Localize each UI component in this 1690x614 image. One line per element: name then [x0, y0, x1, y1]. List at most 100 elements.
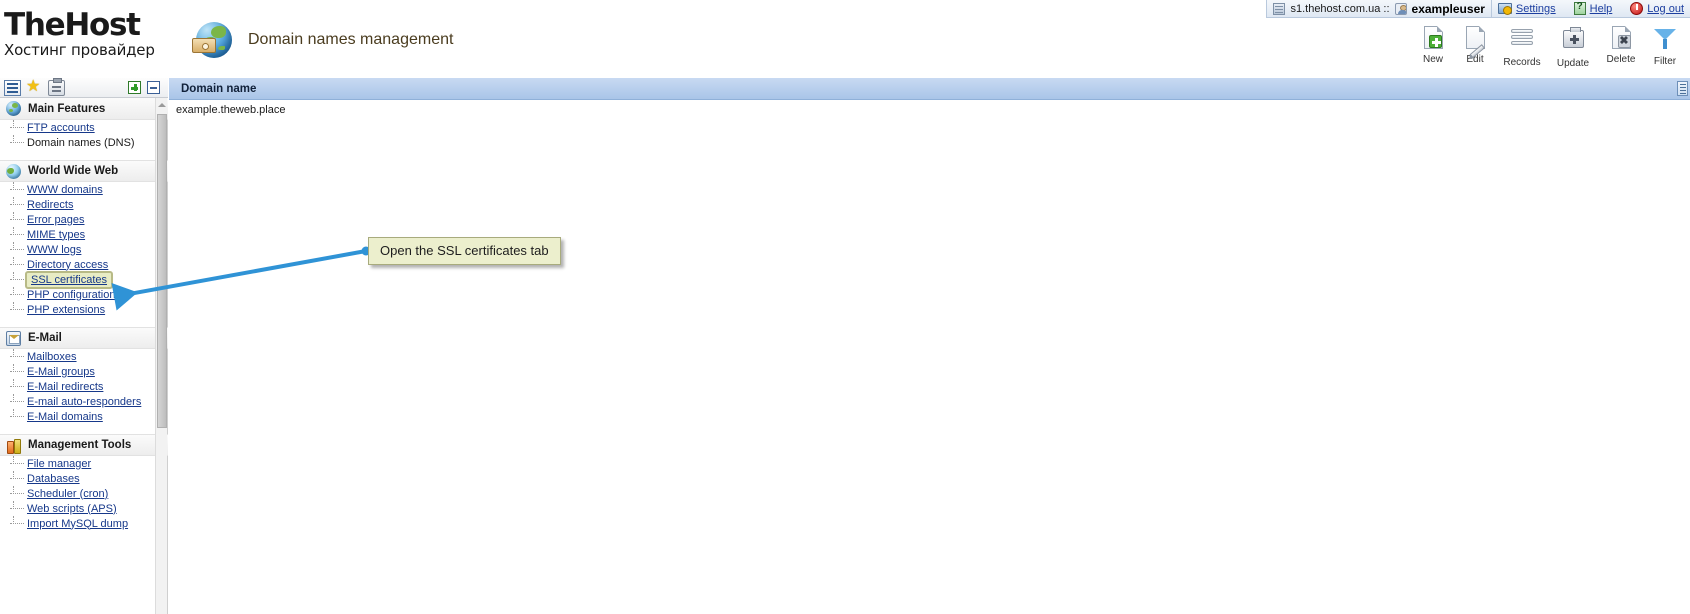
settings-link[interactable]: Settings: [1516, 3, 1556, 15]
tree-connector: [10, 486, 24, 494]
filter-button-label: Filter: [1653, 56, 1677, 67]
column-options-icon[interactable]: [1677, 81, 1688, 96]
sidebar-item-label[interactable]: WWW domains: [27, 184, 103, 196]
sidebar-item-label[interactable]: PHP configuration: [27, 289, 115, 301]
favorites-star-icon[interactable]: [26, 76, 43, 96]
list-view-icon[interactable]: [4, 79, 21, 96]
clipboard-icon[interactable]: [48, 77, 65, 96]
sidebar-item-email-auto-responders[interactable]: E-mail auto-responders: [0, 394, 168, 409]
management-tools-icon: [6, 438, 21, 454]
sidebar-item-php-extensions[interactable]: PHP extensions: [0, 302, 168, 317]
sidebar-scrollbar[interactable]: [155, 98, 167, 614]
tree-connector: [10, 242, 24, 250]
collapse-all-icon[interactable]: [147, 81, 160, 94]
sidebar-item-email-groups[interactable]: E-Mail groups: [0, 364, 168, 379]
settings-icon[interactable]: [1497, 2, 1512, 15]
sidebar-item-web-scripts-aps[interactable]: Web scripts (APS): [0, 501, 168, 516]
sidebar-item-label[interactable]: E-Mail redirects: [27, 381, 103, 393]
tree-connector: [10, 182, 24, 190]
sidebar-item-mime-types[interactable]: MIME types: [0, 227, 168, 242]
sidebar: Main Features FTP accounts Domain names …: [0, 76, 168, 614]
sidebar-item-label[interactable]: Web scripts (APS): [27, 503, 117, 515]
sidebar-item-scheduler-cron[interactable]: Scheduler (cron): [0, 486, 168, 501]
sidebar-item-redirects[interactable]: Redirects: [0, 197, 168, 212]
sidebar-section-email[interactable]: E-Mail: [0, 327, 168, 349]
sidebar-item-label[interactable]: File manager: [27, 458, 91, 470]
top-user-bar: s1.thehost.com.ua :: exampleuser Setting…: [0, 0, 1690, 18]
sidebar-item-email-redirects[interactable]: E-Mail redirects: [0, 379, 168, 394]
records-button[interactable]: Records: [1500, 26, 1544, 68]
sidebar-item-php-configuration[interactable]: PHP configuration: [0, 287, 168, 302]
scrollbar-thumb[interactable]: [157, 114, 167, 428]
sidebar-item-label[interactable]: Error pages: [27, 214, 84, 226]
edit-pencil-icon: [1458, 26, 1492, 59]
tree-connector: [10, 471, 24, 479]
delete-page-icon: ✖: [1602, 26, 1640, 52]
new-button-label: New: [1422, 54, 1443, 65]
sidebar-item-databases[interactable]: Databases: [0, 471, 168, 486]
page-title: Domain names management: [248, 31, 454, 48]
filter-button[interactable]: Filter: [1648, 26, 1682, 67]
sidebar-item-label[interactable]: MIME types: [27, 229, 85, 241]
sidebar-item-label[interactable]: WWW logs: [27, 244, 81, 256]
column-header-domain-name[interactable]: Domain name: [169, 83, 256, 95]
sidebar-item-email-domains[interactable]: E-Mail domains: [0, 409, 168, 424]
records-stack-icon: [1500, 29, 1544, 55]
sidebar-item-label[interactable]: Databases: [27, 473, 80, 485]
sidebar-item-label[interactable]: E-mail auto-responders: [27, 396, 141, 408]
sidebar-item-label[interactable]: Redirects: [27, 199, 73, 211]
username-label: exampleuser: [1411, 1, 1485, 16]
records-button-label: Records: [1503, 57, 1541, 68]
tree-connector: [10, 120, 24, 128]
brand-logo[interactable]: TheHost Хостинг провайдер: [4, 8, 179, 58]
brand-name: TheHost: [4, 7, 141, 43]
sidebar-item-file-manager[interactable]: File manager: [0, 456, 168, 471]
sidebar-item-www-logs[interactable]: WWW logs: [0, 242, 168, 257]
delete-button[interactable]: ✖ Delete: [1602, 26, 1640, 65]
sidebar-item-domain-names-dns[interactable]: Domain names (DNS): [0, 135, 168, 150]
help-icon[interactable]: [1573, 1, 1586, 15]
sidebar-item-label[interactable]: Directory access: [27, 259, 108, 271]
update-button[interactable]: Update: [1552, 26, 1594, 69]
new-button[interactable]: New: [1416, 26, 1450, 65]
sidebar-item-ftp-accounts[interactable]: FTP accounts: [0, 120, 168, 135]
server-user-segment: s1.thehost.com.ua :: exampleuser: [1266, 0, 1491, 18]
sidebar-item-label[interactable]: Mailboxes: [27, 351, 77, 363]
help-link[interactable]: Help: [1590, 3, 1613, 15]
tree-connector: [10, 349, 24, 357]
logout-link[interactable]: Log out: [1647, 3, 1684, 15]
sidebar-section-label: E-Mail: [28, 332, 62, 344]
tree-connector: [10, 379, 24, 387]
sidebar-item-directory-access[interactable]: Directory access: [0, 257, 168, 272]
tree-connector: [10, 272, 24, 280]
sidebar-section-label: World Wide Web: [28, 165, 119, 177]
sidebar-section-world-wide-web[interactable]: World Wide Web: [0, 160, 168, 182]
logout-icon[interactable]: [1630, 2, 1644, 15]
sidebar-item-label[interactable]: E-Mail groups: [27, 366, 95, 378]
scroll-up-arrow-icon[interactable]: [157, 100, 167, 110]
sidebar-item-label[interactable]: Scheduler (cron): [27, 488, 108, 500]
sidebar-item-mailboxes[interactable]: Mailboxes: [0, 349, 168, 364]
sidebar-item-error-pages[interactable]: Error pages: [0, 212, 168, 227]
new-page-icon: [1416, 26, 1450, 52]
sidebar-section-management-tools[interactable]: Management Tools: [0, 434, 168, 456]
tree-connector: [10, 501, 24, 509]
tree-connector: [10, 409, 24, 417]
edit-button[interactable]: Edit: [1458, 26, 1492, 65]
sidebar-item-label[interactable]: FTP accounts: [27, 122, 95, 134]
page-header: TheHost Хостинг провайдер Domain names m…: [0, 8, 1690, 78]
expand-all-icon[interactable]: [128, 81, 141, 94]
table-row[interactable]: example.theweb.place: [169, 100, 1690, 120]
sidebar-item-label[interactable]: E-Mail domains: [27, 411, 103, 423]
sidebar-item-label[interactable]: SSL certificates: [24, 270, 114, 289]
sidebar-section-main-features[interactable]: Main Features: [0, 98, 168, 120]
sidebar-item-www-domains[interactable]: WWW domains: [0, 182, 168, 197]
sidebar-item-ssl-certificates[interactable]: SSL certificates: [0, 270, 168, 289]
sidebar-item-label[interactable]: Import MySQL dump: [27, 518, 128, 530]
update-button-label: Update: [1556, 58, 1590, 69]
domain-name-cell: example.theweb.place: [176, 103, 286, 116]
sidebar-item-import-mysql-dump[interactable]: Import MySQL dump: [0, 516, 168, 531]
sidebar-item-label[interactable]: Domain names (DNS): [27, 137, 135, 149]
sidebar-item-label[interactable]: PHP extensions: [27, 304, 105, 316]
